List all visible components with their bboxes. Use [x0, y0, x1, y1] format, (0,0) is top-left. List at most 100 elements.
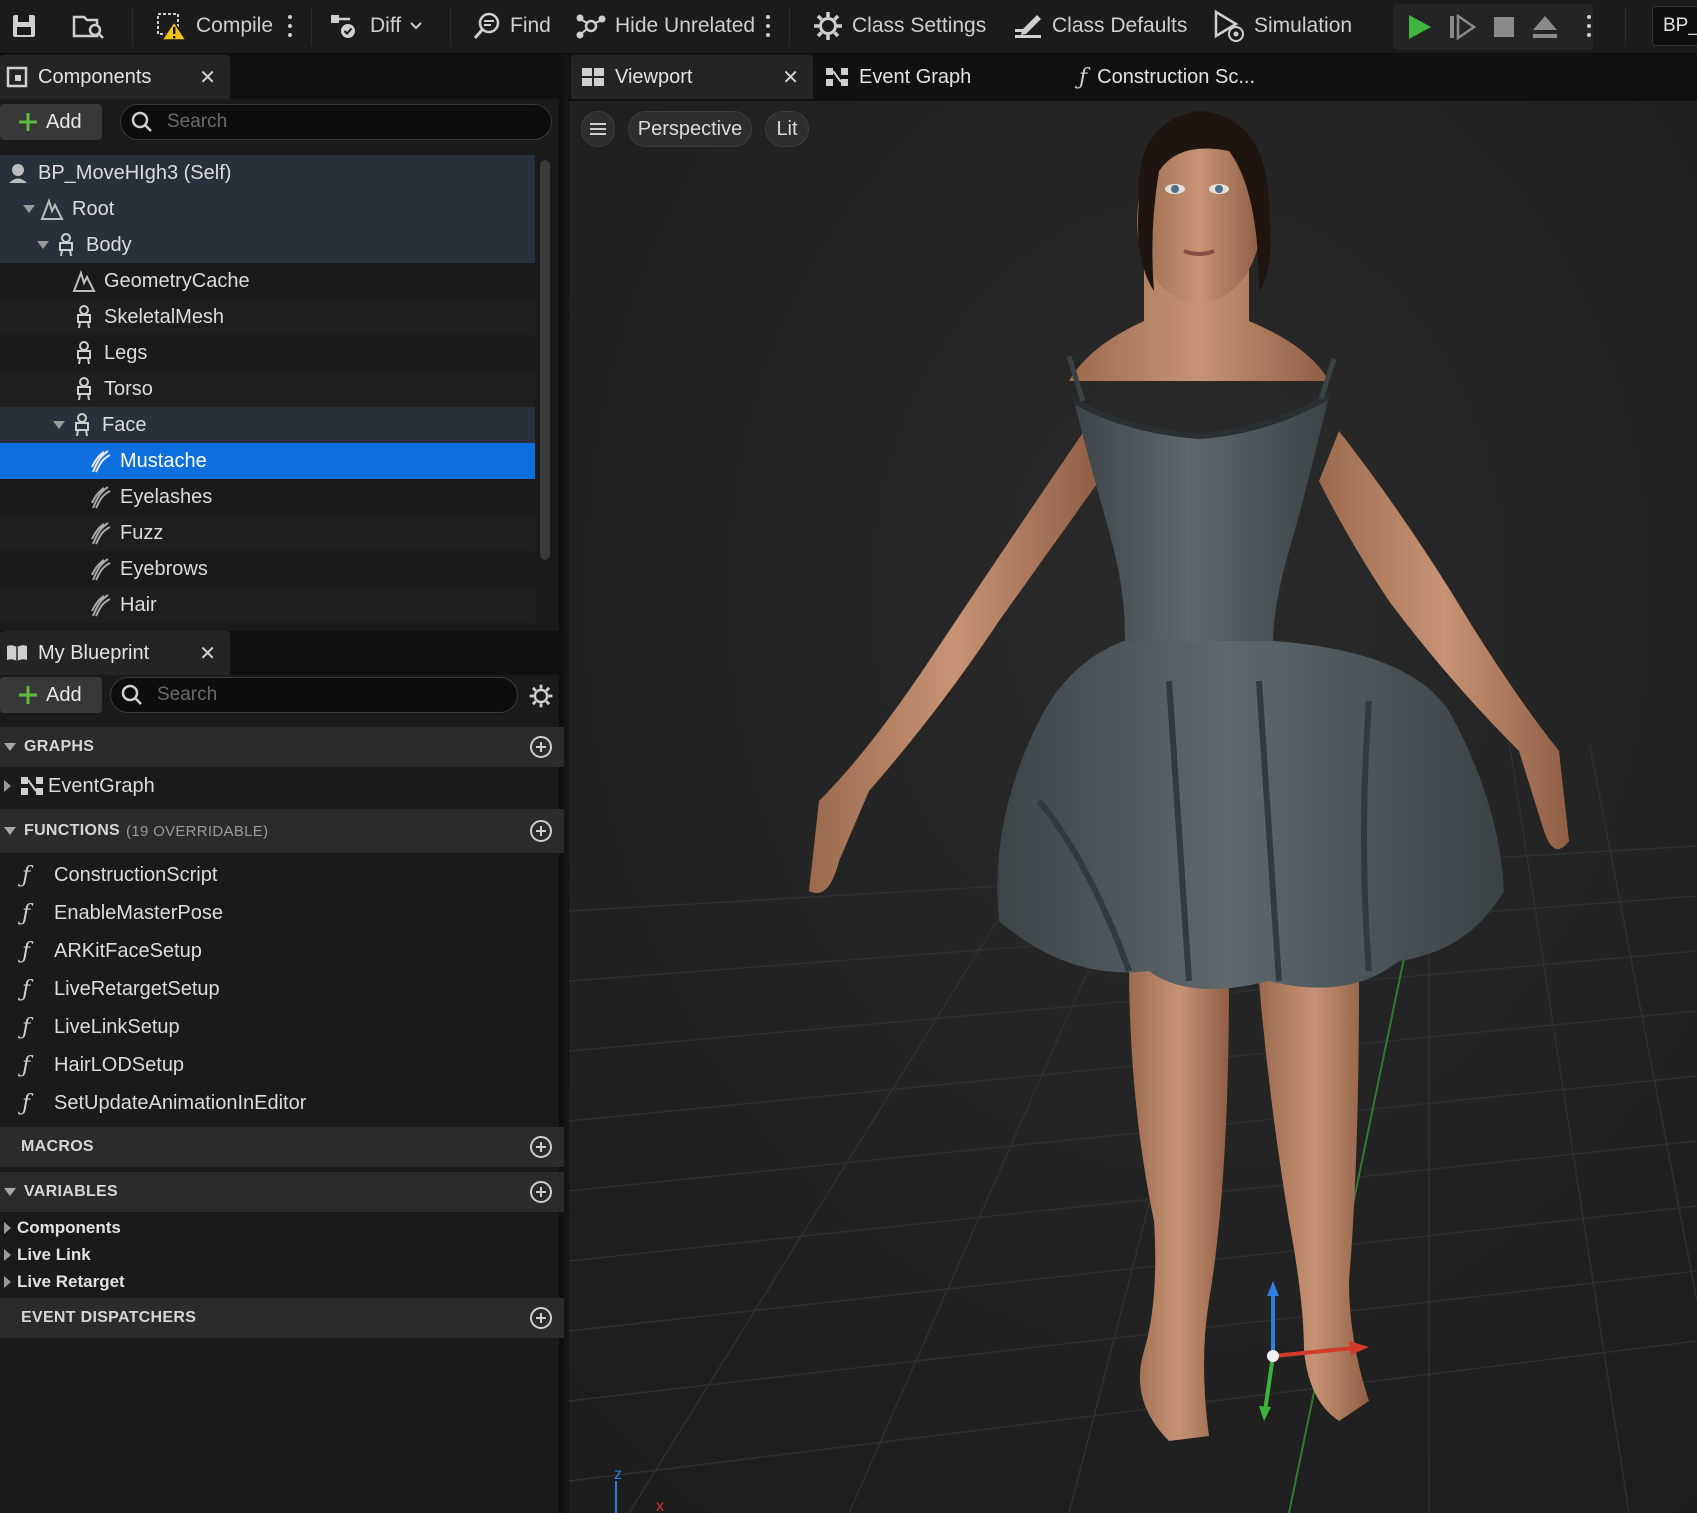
tree-item-root[interactable]: Root	[0, 191, 535, 227]
tree-item-eyelashes[interactable]: Eyelashes	[0, 479, 535, 515]
function-label: ConstructionScript	[54, 863, 218, 886]
graph-item-eventgraph[interactable]: EventGraph	[0, 767, 564, 805]
chevron-down-icon[interactable]	[36, 238, 50, 252]
event-graph-tab-label: Event Graph	[859, 65, 972, 88]
chevron-right-icon[interactable]	[2, 1248, 12, 1262]
add-function-icon[interactable]	[530, 820, 552, 842]
function-icon: ƒ	[22, 1014, 31, 1040]
close-icon[interactable]: ✕	[199, 65, 216, 90]
step-icon[interactable]	[1448, 13, 1476, 41]
play-icon[interactable]	[1405, 13, 1433, 41]
find-icon	[473, 12, 500, 39]
tree-item-label: Eyebrows	[120, 557, 208, 580]
tree-item-fuzz[interactable]: Fuzz	[0, 515, 535, 551]
function-label: HairLODSetup	[54, 1053, 185, 1076]
gear-icon[interactable]	[528, 683, 554, 709]
blueprint-search-field[interactable]	[157, 684, 457, 706]
save-icon	[13, 15, 35, 37]
add-label: Add	[46, 683, 82, 706]
find-button[interactable]: Find	[472, 0, 551, 52]
viewport-options-button[interactable]	[581, 111, 615, 147]
components-search-input[interactable]	[120, 104, 552, 140]
tree-item-mustache[interactable]: Mustache	[0, 443, 535, 479]
simulation-button[interactable]: Simulation	[1212, 0, 1352, 52]
event-dispatchers-section-header[interactable]: EVENT DISPATCHERS	[0, 1298, 564, 1338]
add-graph-icon[interactable]	[530, 736, 552, 758]
geometry-cache-icon	[40, 197, 64, 221]
tree-item-geometrycache[interactable]: GeometryCache	[0, 263, 535, 299]
close-icon[interactable]: ✕	[782, 65, 799, 90]
chevron-down-icon[interactable]	[52, 418, 66, 432]
tree-item-face[interactable]: Face	[0, 407, 535, 443]
tree-item-legs[interactable]: Legs	[0, 335, 535, 371]
graphs-section-header[interactable]: GRAPHS	[0, 727, 564, 767]
eject-icon[interactable]	[1531, 13, 1559, 41]
class-defaults-button[interactable]: Class Defaults	[1012, 0, 1187, 52]
add-event-dispatcher-icon[interactable]	[530, 1307, 552, 1329]
hide-unrelated-options-button[interactable]	[761, 10, 775, 42]
chevron-right-icon[interactable]	[2, 1275, 12, 1289]
chevron-right-icon[interactable]	[2, 1221, 12, 1235]
toolbar-divider	[1625, 8, 1626, 46]
add-member-button[interactable]: Add	[0, 677, 102, 713]
tab-components[interactable]: Components ✕	[0, 55, 230, 99]
event-graph-icon	[21, 777, 43, 795]
tab-my-blueprint[interactable]: My Blueprint ✕	[0, 631, 230, 675]
tab-event-graph[interactable]: Event Graph	[815, 55, 1057, 99]
browse-button[interactable]	[72, 0, 106, 52]
tree-item-body[interactable]: Body	[0, 227, 535, 263]
construction-script-icon: ƒ	[22, 862, 31, 888]
class-settings-button[interactable]: Class Settings	[812, 0, 986, 52]
function-icon: ƒ	[22, 976, 31, 1002]
function-item[interactable]: ƒ ARKitFaceSetup	[0, 932, 564, 970]
function-label: LiveRetargetSetup	[54, 977, 220, 1000]
skeletal-mesh-icon	[72, 341, 96, 365]
close-icon[interactable]: ✕	[199, 641, 216, 666]
add-variable-icon[interactable]	[530, 1181, 552, 1203]
hide-unrelated-icon	[576, 14, 606, 39]
tree-scrollbar[interactable]	[540, 160, 550, 560]
hide-unrelated-label: Hide Unrelated	[615, 14, 756, 37]
components-search-field[interactable]	[167, 111, 467, 133]
function-item[interactable]: ƒ EnableMasterPose	[0, 894, 564, 932]
tree-item-label: BP_MoveHIgh3 (Self)	[38, 161, 232, 184]
tab-construction-script[interactable]: ƒ Construction Sc...	[1059, 55, 1309, 99]
variable-category[interactable]: Components	[0, 1214, 121, 1241]
function-item[interactable]: ƒ HairLODSetup	[0, 1046, 564, 1084]
blueprint-search-input[interactable]	[110, 677, 518, 713]
variable-category[interactable]: Live Link	[0, 1241, 91, 1268]
viewport[interactable]: z x Perspective Lit	[569, 101, 1697, 1513]
tree-item-torso[interactable]: Torso	[0, 371, 535, 407]
play-options-button[interactable]	[1582, 10, 1596, 42]
chevron-right-icon[interactable]	[2, 779, 12, 793]
tree-item-eyebrows[interactable]: Eyebrows	[0, 551, 535, 587]
chevron-down-icon[interactable]	[22, 202, 36, 216]
tree-item-hair[interactable]: Hair	[0, 587, 535, 623]
hide-unrelated-button[interactable]: Hide Unrelated	[575, 0, 755, 52]
function-item[interactable]: ƒ ConstructionScript	[0, 856, 564, 894]
lit-view-mode-button[interactable]: Lit	[765, 111, 809, 147]
diff-button[interactable]: Diff	[328, 0, 423, 52]
groom-icon	[88, 593, 112, 617]
function-item[interactable]: ƒ LiveLinkSetup	[0, 1008, 564, 1046]
add-component-button[interactable]: Add	[0, 104, 102, 140]
variables-section-header[interactable]: VARIABLES	[0, 1172, 564, 1212]
tree-item-label: Root	[72, 197, 115, 220]
function-item[interactable]: ƒ LiveRetargetSetup	[0, 970, 564, 1008]
perspective-button[interactable]: Perspective	[628, 111, 752, 147]
blueprint-name-tab[interactable]: BP_	[1652, 6, 1697, 46]
save-button[interactable]	[10, 0, 38, 52]
variable-category[interactable]: Live Retarget	[0, 1268, 125, 1295]
toolbar-divider	[311, 8, 312, 46]
graphs-label: GRAPHS	[24, 738, 95, 755]
compile-options-button[interactable]	[283, 10, 297, 42]
add-macro-icon[interactable]	[530, 1136, 552, 1158]
functions-section-header[interactable]: FUNCTIONS (19 OVERRIDABLE)	[0, 809, 564, 853]
compile-button[interactable]: Compile	[156, 0, 273, 52]
function-item[interactable]: ƒ SetUpdateAnimationInEditor	[0, 1084, 564, 1122]
tree-item-self[interactable]: BP_MoveHIgh3 (Self)	[0, 155, 535, 191]
tree-item-skeletalmesh[interactable]: SkeletalMesh	[0, 299, 535, 335]
tab-viewport[interactable]: Viewport ✕	[571, 55, 813, 99]
macros-section-header[interactable]: MACROS	[0, 1127, 564, 1167]
stop-icon[interactable]	[1491, 14, 1517, 40]
